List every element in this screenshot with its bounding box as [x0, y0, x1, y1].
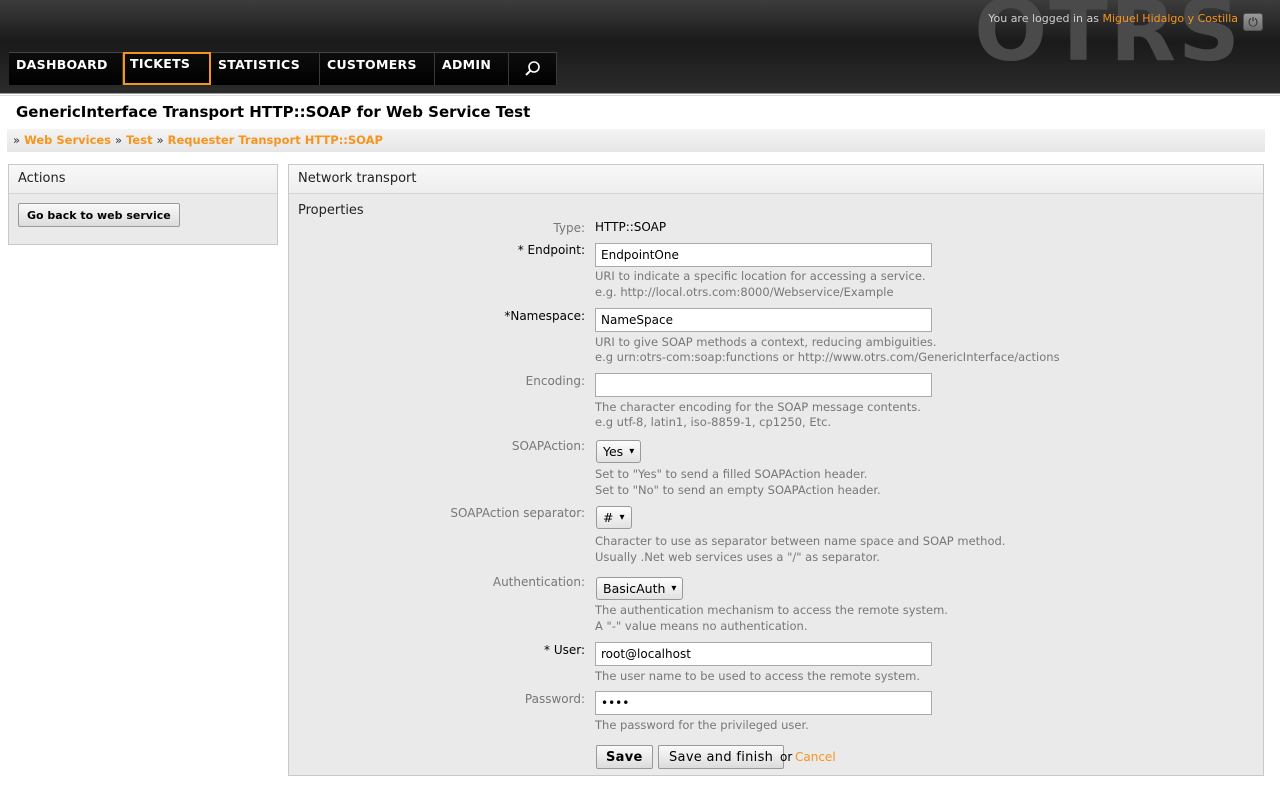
encoding-hint-1: The character encoding for the SOAP mess… [595, 400, 921, 414]
nav-label: CUSTOMERS [327, 57, 417, 72]
main-navigation: DASHBOARD TICKETS STATISTICS CUSTOMERS A… [9, 52, 557, 85]
page-title: GenericInterface Transport HTTP::SOAP fo… [16, 103, 531, 121]
breadcrumb: » Web Services » Test » Requester Transp… [7, 129, 1265, 152]
breadcrumb-separator: » [13, 133, 21, 147]
chevron-down-icon: ▾ [671, 583, 677, 594]
separator-selected-value: # [603, 510, 614, 525]
namespace-label: *Namespace: [504, 309, 585, 323]
cancel-link[interactable]: Cancel [795, 750, 836, 764]
password-hint: The password for the privileged user. [595, 718, 809, 732]
type-value: HTTP::SOAP [595, 220, 667, 234]
or-text: or [780, 750, 793, 764]
soapaction-separator-label: SOAPAction separator: [450, 506, 585, 520]
password-label: Password: [524, 692, 585, 706]
nav-label: TICKETS [130, 56, 191, 71]
authentication-hint-2: A "-" value means no authentication. [595, 619, 808, 633]
go-back-button[interactable]: Go back to web service [18, 203, 180, 227]
breadcrumb-separator: » [115, 133, 123, 147]
nav-item-dashboard[interactable]: DASHBOARD [9, 52, 123, 85]
user-label-text: User: [553, 643, 585, 657]
soapaction-selected-value: Yes [603, 444, 624, 459]
soapaction-hint-2: Set to "No" to send an empty SOAPAction … [595, 483, 881, 497]
endpoint-input[interactable] [595, 243, 932, 267]
namespace-input[interactable] [595, 308, 932, 332]
namespace-hint-1: URI to give SOAP methods a context, redu… [595, 335, 937, 349]
password-input[interactable] [595, 691, 932, 715]
required-mark: * [517, 243, 524, 257]
authentication-label: Authentication: [492, 575, 585, 589]
soapaction-separator-select[interactable]: # ▾ [596, 506, 632, 529]
login-prefix: You are logged in as [988, 12, 1099, 25]
user-label: * User: [544, 643, 585, 657]
soapaction-select[interactable]: Yes ▾ [596, 440, 642, 463]
header: OTRS You are logged in as Miguel Hidalgo… [0, 0, 1280, 93]
required-mark: * [543, 643, 550, 657]
breadcrumb-web-services[interactable]: Web Services [24, 133, 111, 147]
actions-header: Actions [9, 165, 277, 194]
endpoint-hint-2: e.g. http://local.otrs.com:8000/Webservi… [595, 285, 894, 299]
nav-item-tickets[interactable]: TICKETS [123, 52, 211, 85]
soapaction-hint-1: Set to "Yes" to send a filled SOAPAction… [595, 467, 868, 481]
endpoint-label: * Endpoint: [518, 243, 585, 257]
separator-hint-2: Usually .Net web services uses a "/" as … [595, 550, 880, 564]
save-button[interactable]: Save [596, 745, 653, 769]
save-and-finish-button[interactable]: Save and finish [658, 745, 785, 769]
chevron-down-icon: ▾ [619, 512, 625, 523]
power-icon: ⏻ [1248, 14, 1258, 29]
nav-label: DASHBOARD [16, 57, 108, 72]
authentication-hint-1: The authentication mechanism to access t… [595, 603, 948, 617]
soapaction-label: SOAPAction: [511, 439, 585, 453]
nav-item-admin[interactable]: ADMIN [435, 52, 509, 85]
user-name-link[interactable]: Miguel Hidalgo y Costilla [1102, 12, 1238, 25]
separator-hint-1: Character to use as separator between na… [595, 534, 1006, 548]
encoding-input[interactable] [595, 373, 932, 397]
chevron-down-icon: ▾ [629, 446, 635, 457]
user-hint: The user name to be used to access the r… [595, 669, 920, 683]
encoding-hint-2: e.g utf-8, latin1, iso-8859-1, cp1250, E… [595, 415, 832, 429]
properties-title: Properties [298, 203, 364, 218]
nav-search-button[interactable] [509, 52, 557, 85]
authentication-selected-value: BasicAuth [603, 581, 666, 596]
network-transport-header: Network transport [289, 165, 1263, 194]
logout-button[interactable]: ⏻ [1243, 13, 1263, 31]
nav-item-customers[interactable]: CUSTOMERS [320, 52, 435, 85]
namespace-hint-2: e.g urn:otrs-com:soap:functions or http:… [595, 350, 1060, 364]
user-input[interactable] [595, 642, 932, 666]
encoding-label: Encoding: [525, 374, 585, 388]
search-icon [524, 61, 540, 76]
nav-label: STATISTICS [218, 57, 301, 72]
endpoint-label-text: Endpoint: [527, 243, 585, 257]
actions-widget: Actions Go back to web service [8, 164, 278, 245]
login-info: You are logged in as Miguel Hidalgo y Co… [988, 12, 1238, 25]
namespace-label-text: Namespace: [510, 309, 585, 323]
nav-item-statistics[interactable]: STATISTICS [211, 52, 320, 85]
nav-label: ADMIN [442, 57, 492, 72]
type-label: Type: [553, 221, 585, 235]
breadcrumb-test[interactable]: Test [126, 133, 152, 147]
breadcrumb-separator: » [156, 133, 164, 147]
authentication-select[interactable]: BasicAuth ▾ [596, 577, 684, 600]
header-divider [0, 93, 1280, 96]
endpoint-hint-1: URI to indicate a specific location for … [595, 269, 926, 283]
breadcrumb-requester-transport[interactable]: Requester Transport HTTP::SOAP [168, 133, 383, 147]
